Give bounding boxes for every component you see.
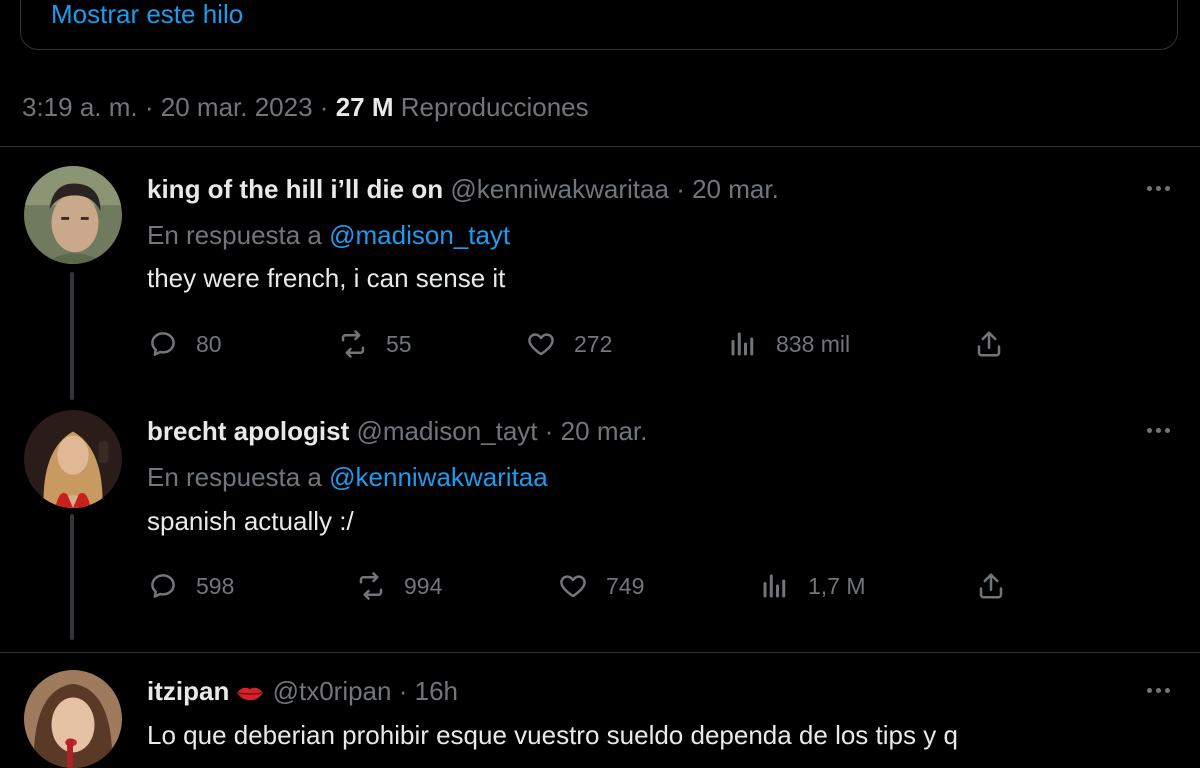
more-icon[interactable]	[1138, 178, 1178, 198]
meta-separator: ·	[144, 92, 154, 122]
reply-mention[interactable]: @madison_tayt	[329, 220, 510, 250]
tweet-text: Lo que deberian prohibir esque vuestro s…	[147, 720, 958, 750]
repost-icon	[359, 572, 383, 600]
like-count: 272	[574, 330, 613, 357]
repost-button[interactable]: 55	[338, 327, 412, 361]
tweet-text: spanish actually :/	[147, 506, 354, 536]
like-count: 749	[606, 572, 645, 599]
tweet-text: they were french, i can sense it	[147, 263, 506, 293]
reply-time[interactable]: 20 mar.	[692, 174, 779, 204]
thread-connector	[70, 514, 74, 640]
reply-prefix: En respuesta a	[147, 220, 322, 250]
reply-to-line: En respuesta a @madison_tayt	[147, 218, 510, 252]
repost-count: 55	[386, 330, 412, 357]
reply-to-line: En respuesta a @kenniwakwaritaa	[147, 460, 548, 494]
reply-header: brecht apologist @madison_tayt · 20 mar.	[147, 414, 647, 448]
views-icon	[731, 332, 754, 356]
reply-time[interactable]: 16h	[415, 676, 458, 706]
views-count: 27 M	[335, 92, 394, 122]
repost-button[interactable]: 994	[356, 569, 442, 603]
reply-prefix: En respuesta a	[147, 462, 322, 492]
share-button[interactable]	[974, 327, 1004, 361]
display-name[interactable]: king of the hill i’ll die on	[147, 174, 443, 204]
heart-icon	[528, 333, 554, 356]
like-button[interactable]: 272	[526, 327, 612, 361]
divider	[0, 146, 1200, 147]
views-count: 1,7 M	[808, 572, 866, 599]
like-button[interactable]: 749	[558, 569, 644, 603]
header-separator: ·	[544, 416, 554, 446]
lips-emoji-icon	[237, 687, 264, 701]
reply-header: king of the hill i’ll die on @kenniwakwa…	[147, 172, 779, 206]
avatar-madison_tayt[interactable]	[24, 410, 122, 508]
repost-icon	[341, 330, 365, 358]
avatar-kenniwakwaritaa[interactable]	[24, 166, 122, 264]
views-button[interactable]: 1,7 M	[760, 569, 866, 603]
reply-time[interactable]: 20 mar.	[561, 416, 648, 446]
tweet-time[interactable]: 3:19 a. m.	[22, 92, 138, 122]
show-thread-card[interactable]: Mostrar este hilo	[20, 0, 1178, 50]
display-name[interactable]: brecht apologist	[147, 416, 349, 446]
more-icon[interactable]	[1138, 420, 1178, 440]
views-button[interactable]: 838 mil	[728, 327, 850, 361]
reply-button[interactable]: 598	[148, 569, 234, 603]
views-label: Reproducciones	[400, 92, 589, 122]
display-name[interactable]: itzipan	[147, 676, 229, 706]
share-icon	[979, 573, 1003, 599]
handle[interactable]: @tx0ripan	[273, 676, 392, 706]
reply-button[interactable]: 80	[148, 327, 222, 361]
tweet-date[interactable]: 20 mar. 2023	[161, 92, 313, 122]
heart-icon	[560, 575, 586, 598]
divider	[0, 652, 1200, 653]
reply-icon	[151, 574, 175, 598]
avatar-tx0ripan[interactable]	[24, 670, 122, 768]
show-thread-link[interactable]: Mostrar este hilo	[51, 1, 243, 27]
avatar-image	[24, 670, 122, 768]
meta-separator: ·	[319, 92, 329, 122]
reply-header: itzipan @tx0ripan · 16h	[147, 674, 458, 708]
views-count: 838 mil	[776, 330, 851, 357]
handle[interactable]: @madison_tayt	[356, 416, 537, 446]
reply-mention[interactable]: @kenniwakwaritaa	[329, 462, 548, 492]
avatar-image	[24, 166, 122, 264]
repost-count: 994	[404, 572, 443, 599]
avatar-image	[24, 410, 122, 508]
header-separator: ·	[676, 174, 685, 204]
tweet-meta: 3:19 a. m. · 20 mar. 2023 · 27 M Reprodu…	[22, 90, 589, 124]
reply-icon	[151, 332, 175, 356]
more-icon[interactable]	[1138, 680, 1178, 700]
reply-count: 80	[196, 330, 222, 357]
share-icon	[977, 331, 1001, 357]
header-separator: ·	[398, 676, 408, 706]
share-button[interactable]	[976, 569, 1006, 603]
views-icon	[763, 574, 786, 598]
thread-connector	[70, 272, 74, 400]
reply-count: 598	[196, 572, 235, 599]
handle[interactable]: @kenniwakwaritaa	[450, 174, 669, 204]
